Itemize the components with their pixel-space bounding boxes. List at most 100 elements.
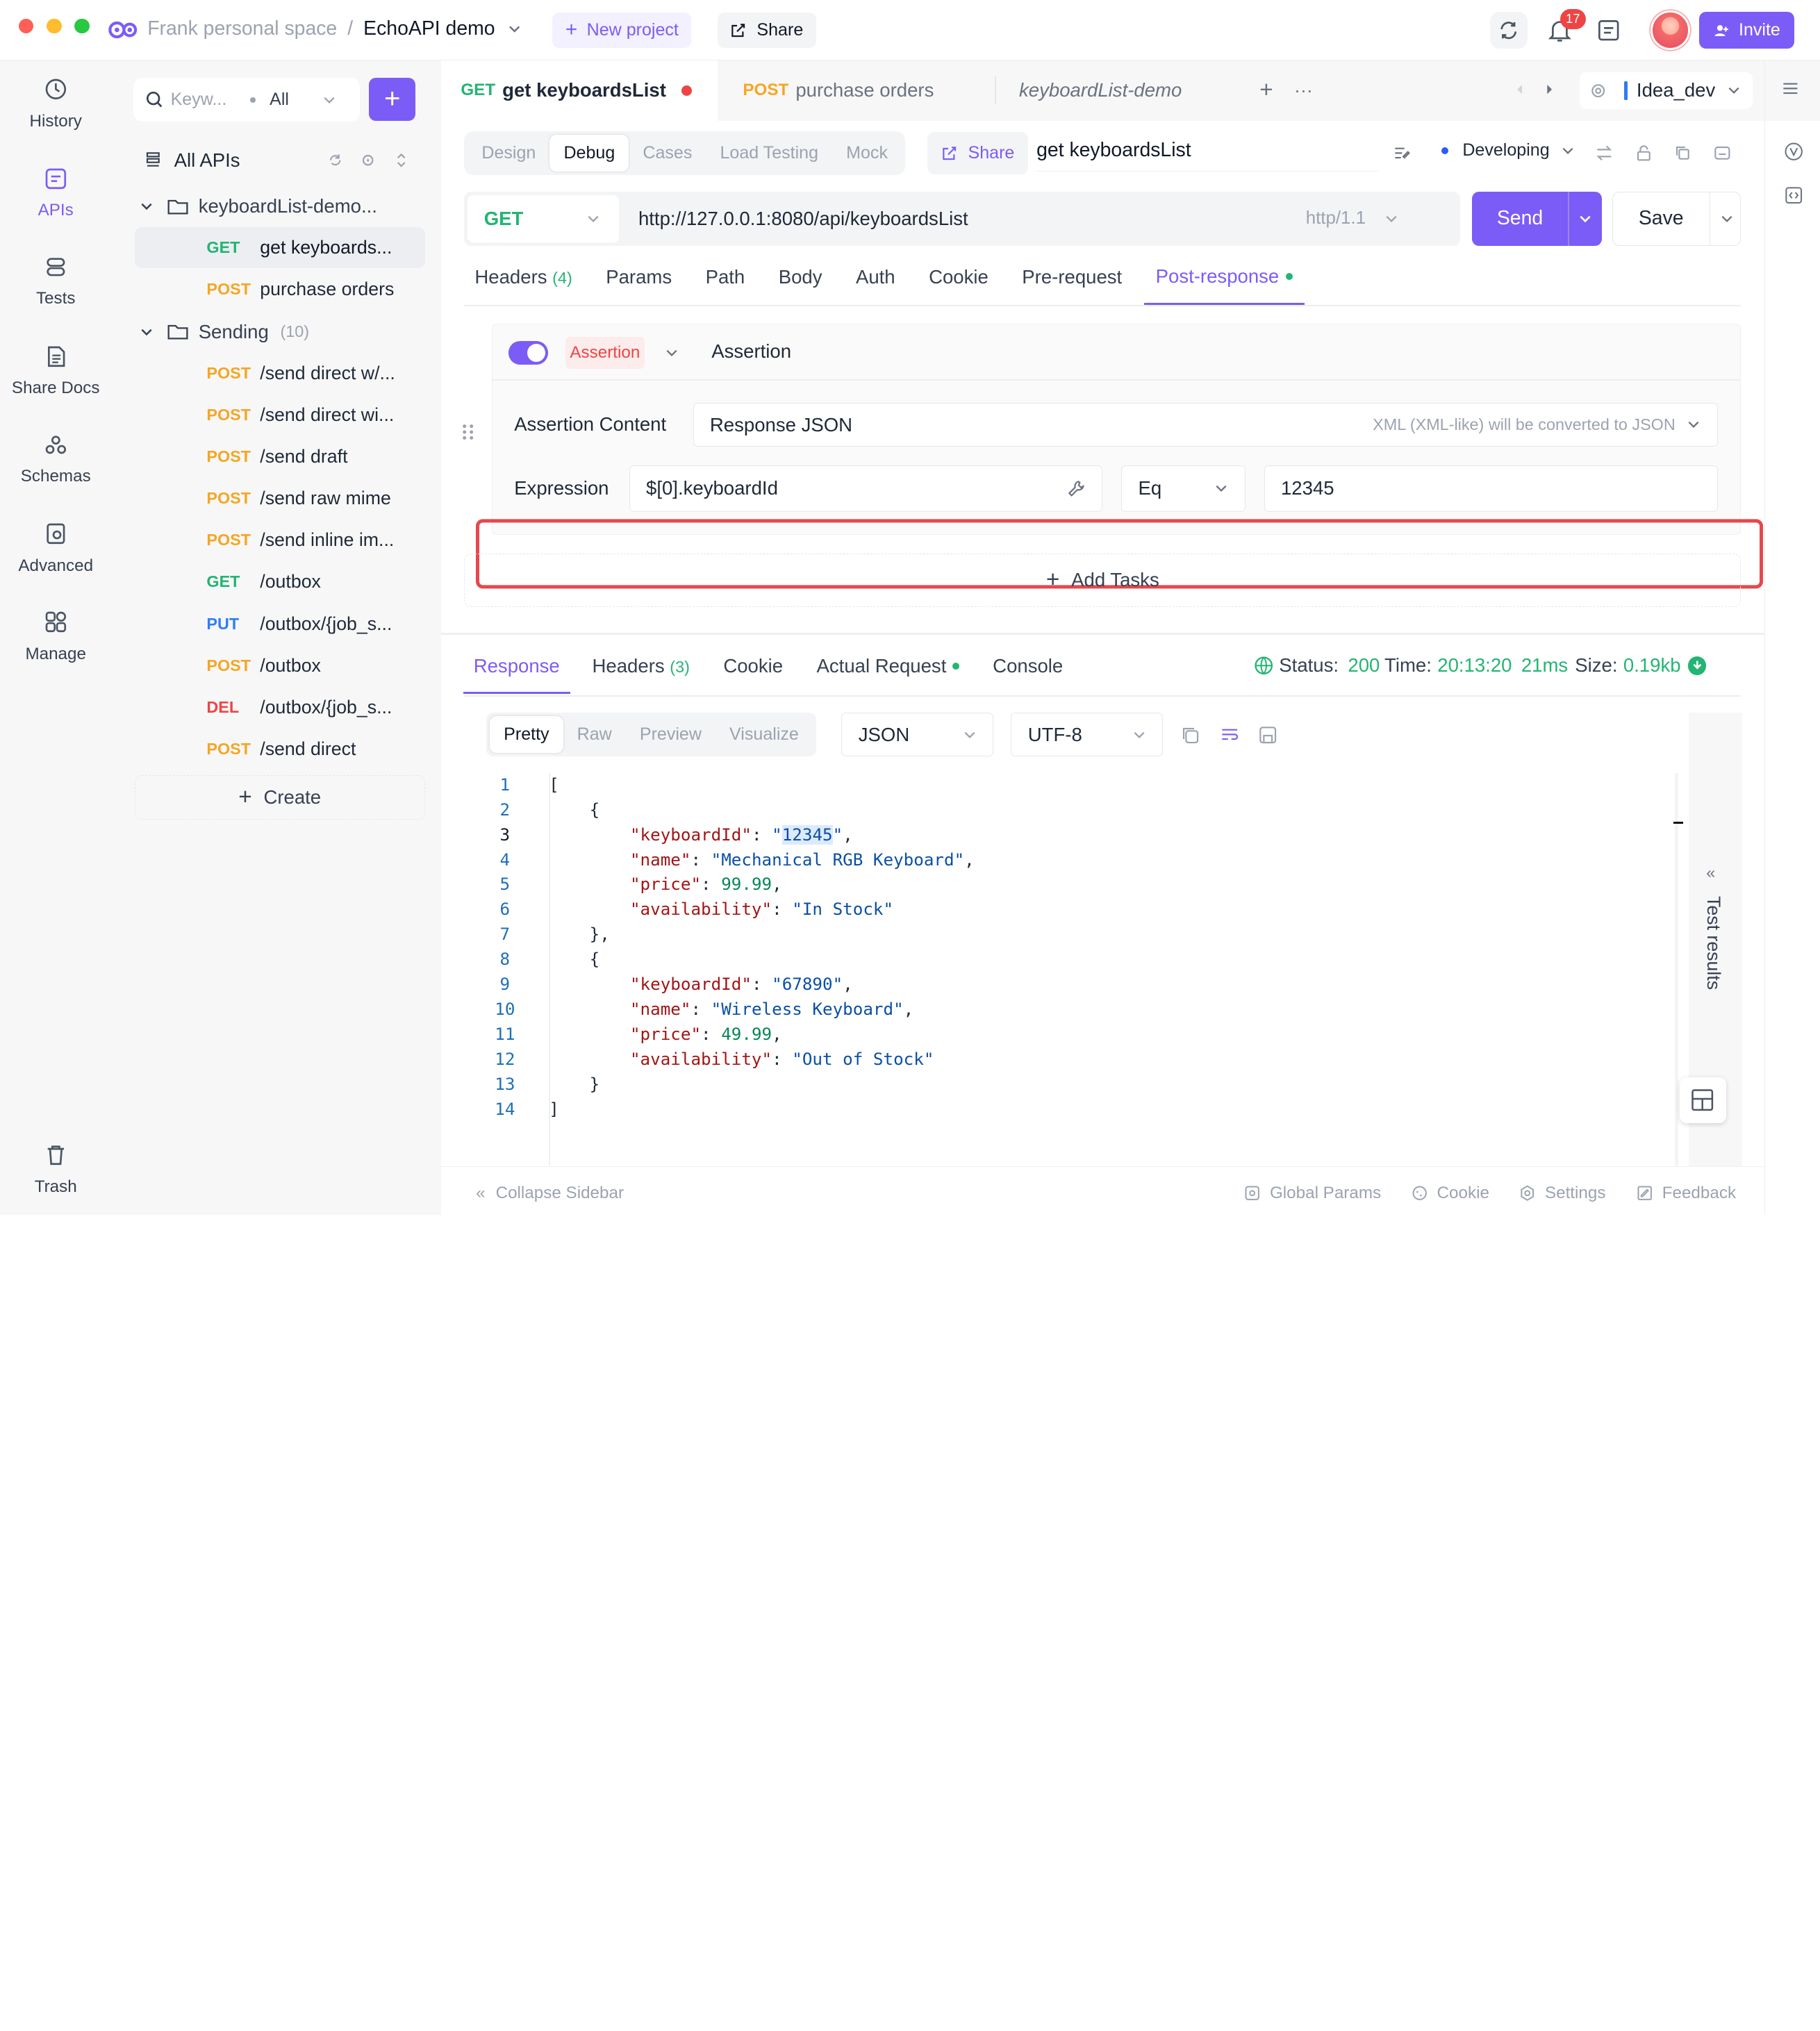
assertion-content-select[interactable]: Response JSON XML (XML-like) will be con… [693, 402, 1718, 447]
tab-keyboardlist-demo[interactable]: keyboardList-demo [1019, 60, 1182, 121]
layout-toggle-icon[interactable] [1679, 1077, 1726, 1124]
code-snippet-icon[interactable] [1784, 185, 1803, 205]
settings-button[interactable]: Settings [1519, 1184, 1605, 1203]
tab-path[interactable]: Path [706, 249, 745, 305]
expression-input[interactable]: $[0].keyboardId [629, 465, 1103, 512]
code-scrollbar[interactable] [1673, 772, 1683, 1166]
assertion-toggle[interactable] [508, 341, 548, 365]
add-api-button[interactable]: + [369, 77, 416, 121]
environment-select[interactable]: Idea_dev [1580, 72, 1753, 110]
expected-value-input[interactable]: 12345 [1264, 465, 1718, 512]
zoom-window-button[interactable] [74, 18, 90, 34]
save-response-icon[interactable] [1258, 725, 1277, 745]
response-body-code[interactable]: 1[2 {3 "keyboardId": "12345", 4 "name": "… [481, 773, 1677, 1168]
view-raw[interactable]: Raw [563, 716, 626, 753]
api-name-input[interactable]: get keyboardsList [1036, 139, 1379, 172]
api-item[interactable]: POST/send direct wi... [135, 395, 425, 435]
chevron-down-icon[interactable] [1720, 212, 1734, 226]
assertion-title[interactable]: Assertion [711, 340, 791, 363]
new-tab-icon[interactable]: + [1256, 77, 1277, 103]
encoding-select[interactable]: UTF-8 [1011, 712, 1164, 757]
view-visualize[interactable]: Visualize [715, 716, 813, 753]
subtab-load-testing[interactable]: Load Testing [706, 135, 832, 172]
tab-headers[interactable]: Headers (4) [474, 249, 572, 305]
refresh-icon[interactable] [327, 152, 343, 168]
url-input[interactable]: http://127.0.0.1:8080/api/keyboardsList [638, 208, 1306, 230]
word-wrap-icon[interactable] [1220, 725, 1239, 745]
nav-item-manage[interactable]: Manage [0, 609, 111, 663]
chevron-down-icon[interactable] [1578, 212, 1592, 226]
tab-cookie[interactable]: Cookie [929, 249, 988, 305]
global-params-button[interactable]: Global Params [1244, 1184, 1381, 1203]
folder-sending[interactable]: Sending (10) [140, 315, 425, 348]
close-window-button[interactable] [18, 18, 34, 34]
search-input[interactable]: Keyw... [171, 90, 227, 110]
api-item[interactable]: POST/send raw mime [135, 478, 425, 518]
cookie-button[interactable]: Cookie [1412, 1184, 1489, 1203]
download-icon[interactable] [1687, 656, 1707, 675]
folder-keyboardlist[interactable]: keyboardList-demo... [140, 190, 425, 223]
api-item[interactable]: POST/send inline im... [135, 520, 425, 561]
filter-select[interactable]: All [270, 90, 289, 110]
chevron-down-icon[interactable] [322, 93, 336, 107]
chevron-down-icon[interactable] [1384, 212, 1398, 226]
expand-collapse-icon[interactable] [393, 152, 409, 168]
share-api-button[interactable]: Share [927, 132, 1029, 174]
method-select[interactable]: GET [468, 194, 619, 243]
save-to-drive-icon[interactable] [1713, 144, 1732, 163]
sync-icon[interactable] [1490, 11, 1528, 49]
subtab-debug[interactable]: Debug [549, 134, 629, 172]
menu-icon[interactable] [1781, 79, 1800, 98]
protocol-select[interactable]: http/1.1 [1306, 208, 1366, 229]
send-button[interactable]: Send [1471, 191, 1602, 247]
chevron-down-icon[interactable] [665, 346, 679, 360]
tab-pre-request[interactable]: Pre-request [1022, 249, 1122, 305]
workspace-name[interactable]: Frank personal space [147, 17, 337, 40]
nav-item-history[interactable]: History [0, 76, 111, 131]
api-item-purchase-orders[interactable]: POST purchase orders [135, 270, 425, 310]
api-item[interactable]: POST/send direct [135, 729, 425, 769]
locate-icon[interactable] [360, 152, 376, 168]
api-item[interactable]: POST/outbox [135, 645, 425, 686]
view-preview[interactable]: Preview [626, 716, 715, 753]
tab-purchase-orders[interactable]: POST purchase orders [743, 60, 934, 121]
project-name[interactable]: EchoAPI demo [363, 17, 495, 40]
format-select[interactable]: JSON [841, 712, 994, 757]
version-icon[interactable] [1784, 142, 1803, 161]
api-item[interactable]: PUT/outbox/{job_s... [135, 604, 425, 644]
invite-button[interactable]: Invite [1699, 11, 1794, 49]
tab-console[interactable]: Console [993, 638, 1063, 694]
api-item[interactable]: DEL/outbox/{job_s... [135, 687, 425, 727]
tab-get-keyboardslist[interactable]: GET get keyboardsList [440, 60, 718, 121]
tab-response-headers[interactable]: Headers (3) [593, 638, 690, 694]
create-button[interactable]: + Create [134, 775, 425, 820]
api-item-get-keyboards[interactable]: GET get keyboards... [134, 227, 425, 268]
nav-item-apis[interactable]: APIs [0, 166, 111, 220]
view-pretty[interactable]: Pretty [490, 715, 563, 754]
api-item[interactable]: POST/send direct w/... [135, 353, 425, 393]
notes-icon[interactable] [1594, 15, 1623, 45]
more-tabs-icon[interactable]: ··· [1293, 80, 1314, 101]
tab-post-response[interactable]: Post-response [1143, 249, 1305, 306]
tab-response[interactable]: Response [463, 638, 570, 695]
test-results-panel[interactable]: « Test results [1679, 712, 1742, 1177]
subtab-mock[interactable]: Mock [832, 135, 902, 172]
minimize-window-button[interactable] [46, 18, 62, 34]
feedback-button[interactable]: Feedback [1637, 1184, 1736, 1203]
tab-params[interactable]: Params [606, 249, 672, 305]
copy-icon[interactable] [1673, 144, 1692, 163]
save-button[interactable]: Save [1612, 191, 1742, 247]
panel-splitter[interactable] [440, 632, 1764, 635]
tab-response-cookie[interactable]: Cookie [723, 638, 783, 694]
api-item[interactable]: POST/send draft [135, 436, 425, 476]
copy-response-icon[interactable] [1180, 725, 1200, 745]
collapse-sidebar-button[interactable]: « Collapse Sidebar [476, 1184, 624, 1203]
drag-handle-icon[interactable] [460, 422, 476, 442]
chevron-right-icon[interactable] [1541, 81, 1557, 97]
operator-select[interactable]: Eq [1121, 465, 1246, 512]
chevron-down-icon[interactable] [506, 21, 522, 37]
nav-item-advanced[interactable]: Advanced [0, 521, 111, 575]
status-select[interactable]: Developing [1441, 140, 1575, 160]
add-tasks-button[interactable]: + Add Tasks [464, 553, 1742, 607]
share-project-button[interactable]: Share [717, 13, 816, 48]
